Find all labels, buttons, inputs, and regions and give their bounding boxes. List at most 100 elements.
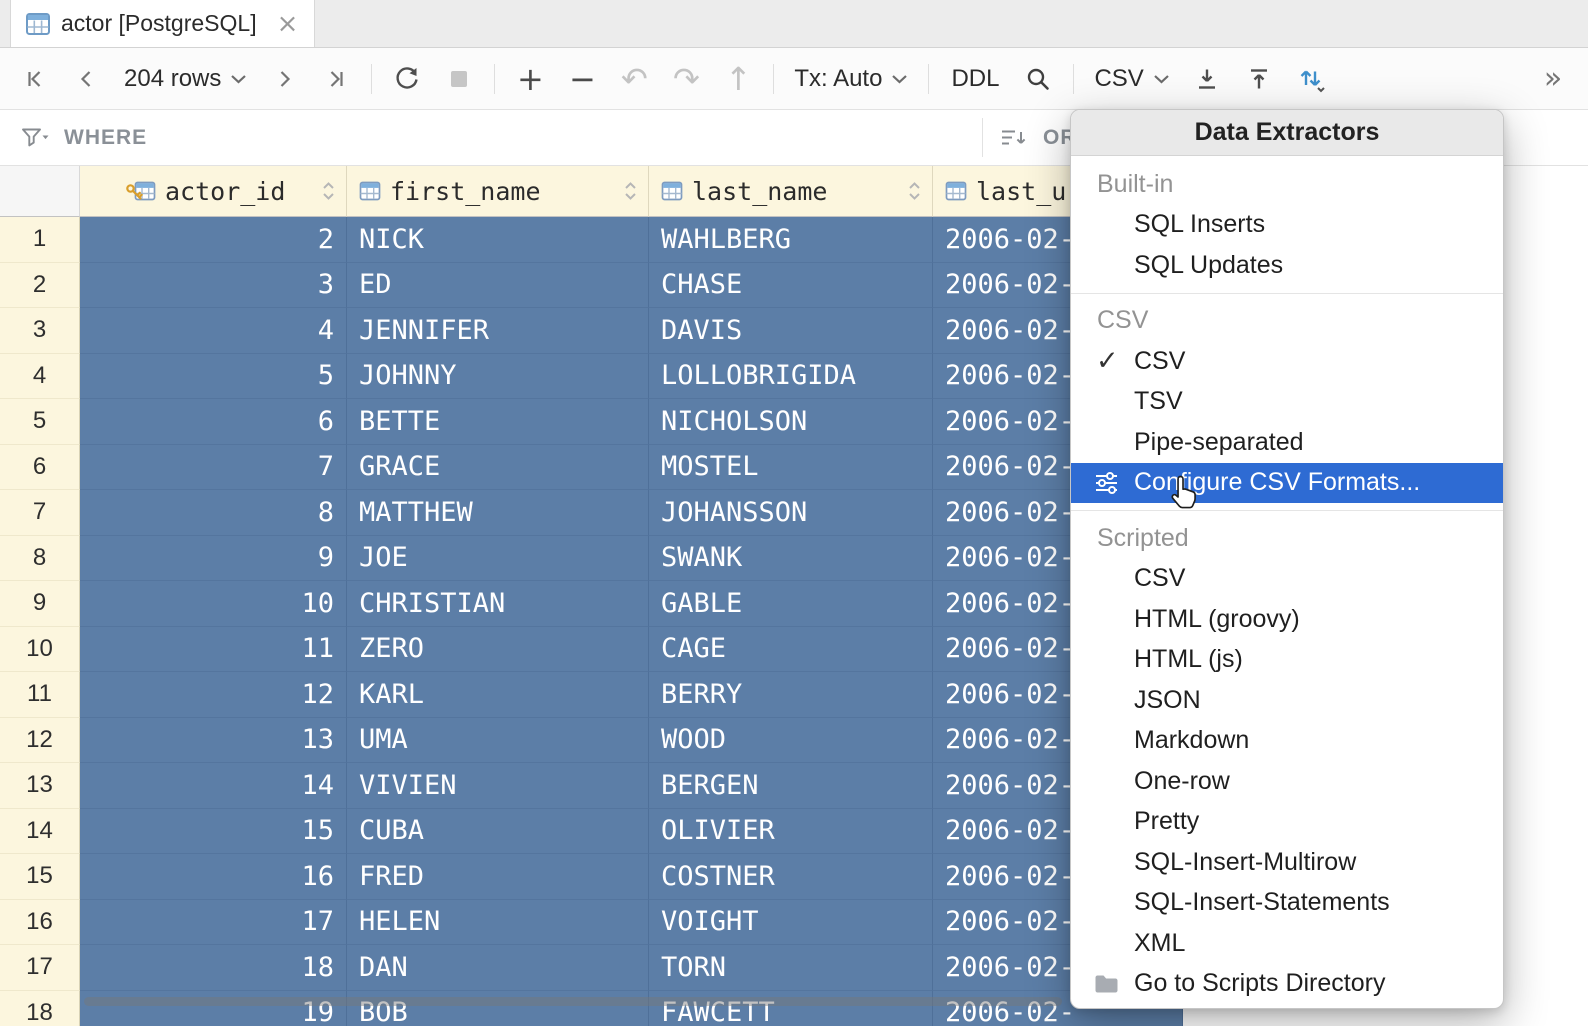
- cell-actor-id[interactable]: 15: [80, 808, 347, 854]
- menu-item-scripted-csv[interactable]: CSV: [1071, 559, 1503, 600]
- cell-first-name[interactable]: HELEN: [347, 899, 649, 945]
- cell-first-name[interactable]: BETTE: [347, 399, 649, 445]
- cell-last-name[interactable]: JOHANSSON: [649, 490, 933, 536]
- cell-first-name[interactable]: FRED: [347, 854, 649, 900]
- cell-actor-id[interactable]: 19: [80, 990, 347, 1026]
- menu-item-html-js[interactable]: HTML (js): [1071, 640, 1503, 681]
- column-header-actor-id[interactable]: actor_id: [80, 166, 347, 217]
- ddl-button[interactable]: DDL: [941, 56, 1009, 102]
- row-number[interactable]: 11: [0, 672, 80, 718]
- menu-item-xml[interactable]: XML: [1071, 923, 1503, 964]
- cell-actor-id[interactable]: 9: [80, 535, 347, 581]
- select-all-corner[interactable]: [0, 166, 80, 217]
- cell-first-name[interactable]: KARL: [347, 672, 649, 718]
- menu-item-tsv[interactable]: TSV: [1071, 382, 1503, 423]
- first-page-button[interactable]: [12, 56, 58, 102]
- cell-last-name[interactable]: LOLLOBRIGIDA: [649, 353, 933, 399]
- cell-actor-id[interactable]: 10: [80, 581, 347, 627]
- row-number[interactable]: 9: [0, 581, 80, 627]
- cell-last-name[interactable]: FAWCETT: [649, 990, 933, 1026]
- cell-actor-id[interactable]: 7: [80, 444, 347, 490]
- next-page-button[interactable]: [261, 56, 307, 102]
- cell-first-name[interactable]: GRACE: [347, 444, 649, 490]
- menu-item-html-groovy[interactable]: HTML (groovy): [1071, 599, 1503, 640]
- cell-last-name[interactable]: SWANK: [649, 535, 933, 581]
- row-number[interactable]: 17: [0, 945, 80, 991]
- cell-first-name[interactable]: JENNIFER: [347, 308, 649, 354]
- row-number[interactable]: 7: [0, 490, 80, 536]
- cell-last-name[interactable]: COSTNER: [649, 854, 933, 900]
- data-extractor-selector[interactable]: CSV: [1086, 56, 1177, 102]
- row-number[interactable]: 18: [0, 990, 80, 1026]
- export-data-icon[interactable]: [1184, 56, 1230, 102]
- page-size-selector[interactable]: 204 rows: [116, 56, 255, 102]
- row-number[interactable]: 13: [0, 763, 80, 809]
- where-filter-field[interactable]: WHERE: [0, 110, 982, 165]
- cell-last-name[interactable]: DAVIS: [649, 308, 933, 354]
- cell-actor-id[interactable]: 3: [80, 262, 347, 308]
- menu-item-one-row[interactable]: One-row: [1071, 761, 1503, 802]
- cell-actor-id[interactable]: 18: [80, 945, 347, 991]
- menu-item-pretty[interactable]: Pretty: [1071, 802, 1503, 843]
- row-number[interactable]: 14: [0, 808, 80, 854]
- cell-last-name[interactable]: MOSTEL: [649, 444, 933, 490]
- cell-actor-id[interactable]: 16: [80, 854, 347, 900]
- add-row-button[interactable]: +: [507, 56, 553, 102]
- cell-first-name[interactable]: ED: [347, 262, 649, 308]
- cell-last-name[interactable]: CAGE: [649, 626, 933, 672]
- undo-icon[interactable]: ↶: [611, 56, 657, 102]
- submit-arrow-icon[interactable]: ↑: [715, 56, 761, 102]
- cell-last-name[interactable]: TORN: [649, 945, 933, 991]
- delete-row-button[interactable]: −: [559, 56, 605, 102]
- row-number[interactable]: 15: [0, 854, 80, 900]
- transaction-mode-selector[interactable]: Tx: Auto: [786, 56, 916, 102]
- menu-item-csv[interactable]: ✓ CSV: [1071, 341, 1503, 382]
- column-header-last-name[interactable]: last_name: [649, 166, 933, 217]
- redo-icon[interactable]: ↷: [663, 56, 709, 102]
- refresh-icon[interactable]: [384, 56, 430, 102]
- cell-actor-id[interactable]: 11: [80, 626, 347, 672]
- column-header-first-name[interactable]: first_name: [347, 166, 649, 217]
- stop-icon[interactable]: [436, 56, 482, 102]
- previous-page-button[interactable]: [64, 56, 110, 102]
- cell-first-name[interactable]: CHRISTIAN: [347, 581, 649, 627]
- cell-last-name[interactable]: VOIGHT: [649, 899, 933, 945]
- row-number[interactable]: 6: [0, 444, 80, 490]
- menu-item-json[interactable]: JSON: [1071, 680, 1503, 721]
- cell-actor-id[interactable]: 12: [80, 672, 347, 718]
- cell-first-name[interactable]: NICK: [347, 217, 649, 263]
- menu-item-go-to-scripts-directory[interactable]: Go to Scripts Directory: [1071, 964, 1503, 1005]
- cell-first-name[interactable]: ZERO: [347, 626, 649, 672]
- menu-item-sql-insert-statements[interactable]: SQL-Insert-Statements: [1071, 883, 1503, 924]
- search-icon[interactable]: [1015, 56, 1061, 102]
- import-data-icon[interactable]: [1236, 56, 1282, 102]
- tab-actor-postgresql[interactable]: actor [PostgreSQL] ×: [10, 0, 316, 47]
- row-number[interactable]: 16: [0, 899, 80, 945]
- row-number[interactable]: 12: [0, 717, 80, 763]
- row-number[interactable]: 2: [0, 262, 80, 308]
- menu-item-sql-inserts[interactable]: SQL Inserts: [1071, 205, 1503, 246]
- row-number[interactable]: 10: [0, 626, 80, 672]
- cell-actor-id[interactable]: 6: [80, 399, 347, 445]
- row-number[interactable]: 3: [0, 308, 80, 354]
- cell-first-name[interactable]: JOHNNY: [347, 353, 649, 399]
- cell-last-name[interactable]: BERRY: [649, 672, 933, 718]
- cell-actor-id[interactable]: 4: [80, 308, 347, 354]
- cell-first-name[interactable]: BOB: [347, 990, 649, 1026]
- cell-first-name[interactable]: MATTHEW: [347, 490, 649, 536]
- cell-last-name[interactable]: WOOD: [649, 717, 933, 763]
- cell-actor-id[interactable]: 13: [80, 717, 347, 763]
- sync-arrows-icon[interactable]: [1288, 56, 1334, 102]
- menu-item-configure-csv-formats[interactable]: Configure CSV Formats...: [1071, 462, 1503, 503]
- last-page-button[interactable]: [313, 56, 359, 102]
- cell-first-name[interactable]: VIVIEN: [347, 763, 649, 809]
- cell-last-name[interactable]: CHASE: [649, 262, 933, 308]
- close-icon[interactable]: ×: [277, 11, 299, 37]
- cell-last-name[interactable]: OLIVIER: [649, 808, 933, 854]
- cell-last-name[interactable]: BERGEN: [649, 763, 933, 809]
- horizontal-scrollbar[interactable]: [84, 997, 1062, 1006]
- cell-actor-id[interactable]: 2: [80, 217, 347, 263]
- cell-actor-id[interactable]: 17: [80, 899, 347, 945]
- cell-last-name[interactable]: GABLE: [649, 581, 933, 627]
- menu-item-markdown[interactable]: Markdown: [1071, 721, 1503, 762]
